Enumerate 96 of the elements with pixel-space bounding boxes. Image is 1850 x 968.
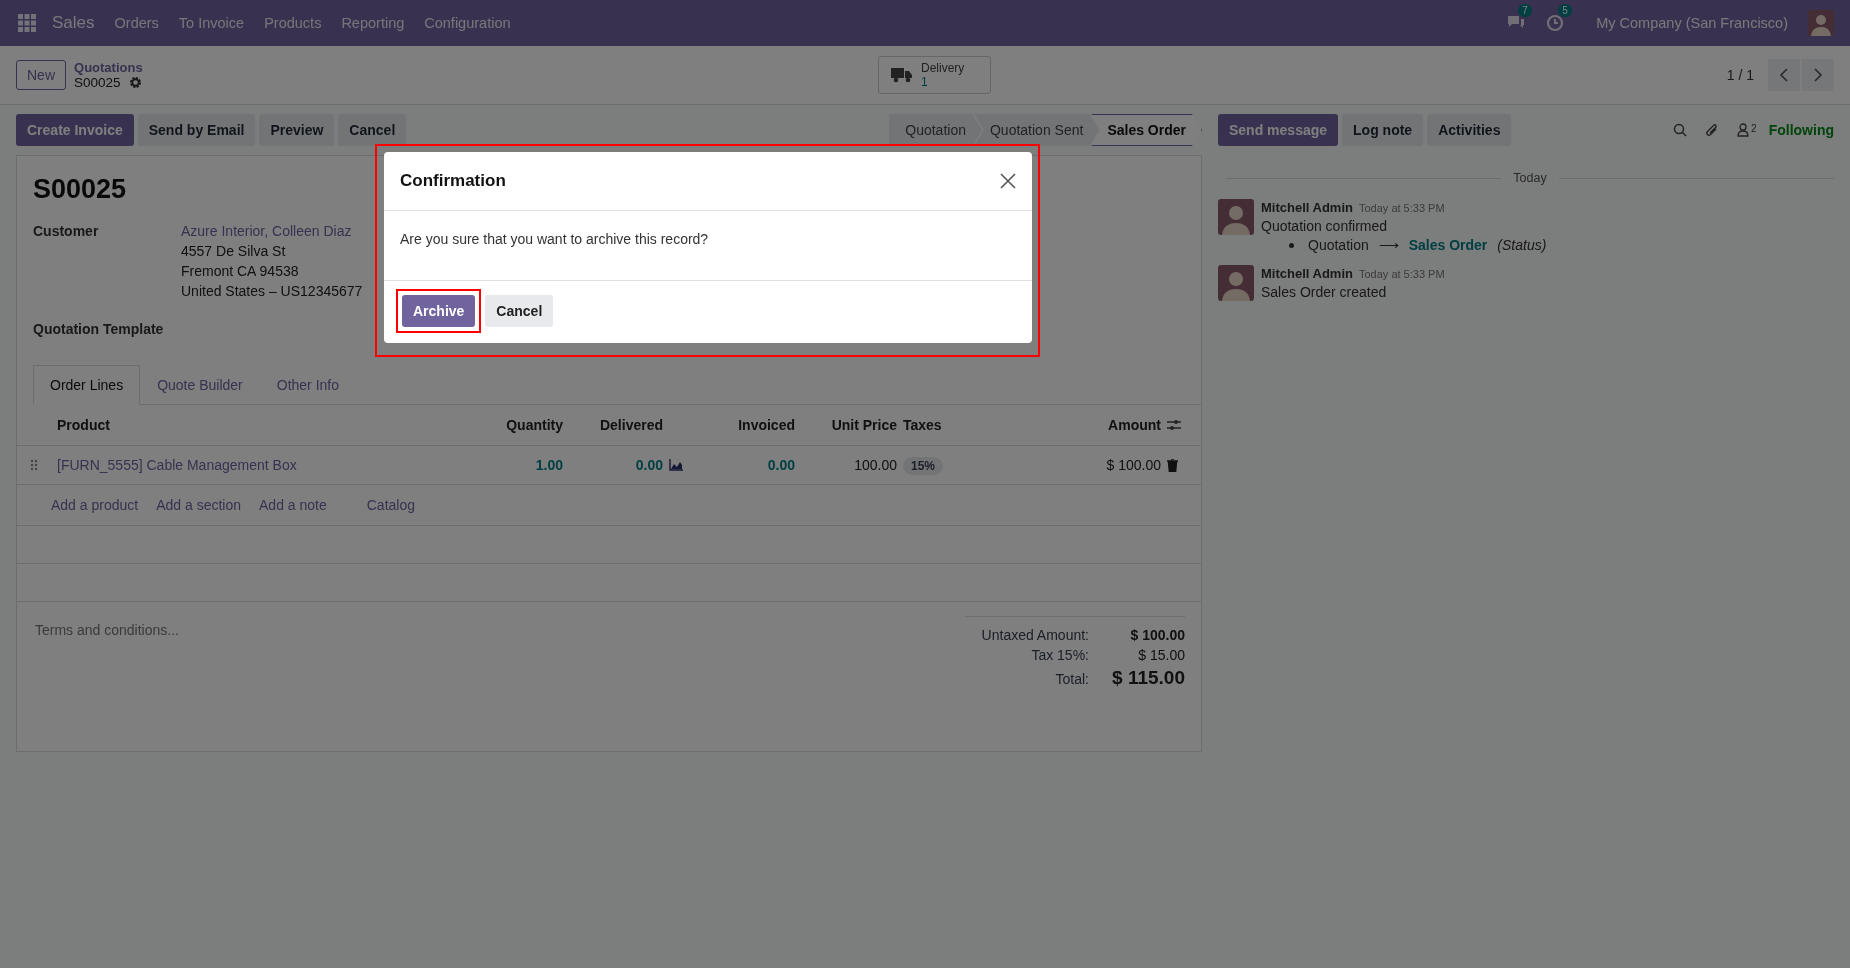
new-value: Sales Order — [1408, 237, 1488, 253]
clock-icon[interactable] — [1546, 14, 1565, 32]
column-header[interactable]: Delivered — [569, 417, 663, 433]
column-header[interactable]: Unit Price — [801, 417, 897, 433]
bullet-icon — [1289, 242, 1294, 248]
chart-icon[interactable] — [669, 459, 683, 471]
menu-item[interactable]: Reporting — [341, 15, 405, 31]
date-separator: Today — [1513, 171, 1547, 185]
arrow-glyph: ⟶ — [1378, 237, 1399, 253]
record-name: S00025 — [74, 75, 121, 90]
avatar-silhouette — [1218, 199, 1254, 235]
total-label: Untaxed Amount: — [981, 627, 1089, 643]
activity-count-badge: 5 — [1558, 4, 1572, 17]
breadcrumb-link[interactable]: Quotations — [74, 60, 143, 75]
chatter-button[interactable]: Log note — [1342, 114, 1424, 146]
search-icon[interactable] — [1673, 123, 1688, 137]
column-header[interactable]: Amount — [989, 417, 1161, 433]
table-cell-text: $ 100.00 — [1105, 457, 1161, 473]
add-line-link[interactable]: Add a product — [51, 497, 139, 513]
action-button[interactable]: Preview — [259, 114, 335, 146]
dialog-button[interactable]: Archive — [402, 295, 476, 327]
table-cell-text: 0.00 — [766, 457, 795, 473]
address-line: 4557 De Silva St — [181, 243, 287, 259]
gear-icon[interactable] — [128, 76, 142, 89]
tab[interactable]: Order Lines — [33, 365, 141, 405]
next-button[interactable] — [1802, 59, 1834, 91]
avatar-silhouette — [1218, 265, 1254, 301]
table-cell-text: 0.00 — [634, 457, 663, 473]
message-time: Today at 5:33 PM — [1358, 202, 1445, 214]
tab[interactable]: Other Info — [259, 365, 357, 405]
column-header[interactable]: Product — [57, 417, 457, 433]
action-button[interactable]: Create Invoice — [16, 114, 134, 146]
previous-button[interactable] — [1768, 59, 1800, 91]
add-line-link[interactable]: Catalog — [366, 497, 415, 513]
new-button[interactable]: New — [16, 60, 66, 90]
person-icon[interactable] — [1737, 123, 1750, 137]
menu-item[interactable]: To Invoice — [178, 15, 245, 31]
tab[interactable]: Quote Builder — [140, 365, 260, 405]
address-line: United States – US12345677 — [181, 283, 363, 299]
customer-link[interactable]: Azure Interior, Colleen Diaz — [181, 223, 363, 239]
truck-icon — [891, 67, 913, 83]
address-line: Fremont CA 94538 — [181, 263, 300, 279]
message-author: Mitchell Admin — [1261, 266, 1353, 281]
delivery-smart-button[interactable]: Delivery 1 — [878, 55, 992, 95]
drag-handle-icon[interactable] — [30, 459, 38, 471]
paperclip-icon[interactable] — [1705, 122, 1720, 138]
column-header[interactable]: Taxes — [903, 417, 983, 433]
field-label: Quotation Template — [33, 321, 165, 337]
table-cell[interactable]: [FURN_5555] Cable Management Box — [57, 457, 457, 473]
column-header[interactable]: Invoiced — [699, 417, 795, 433]
table-cell-text: 1.00 — [534, 457, 563, 473]
close-icon[interactable] — [1000, 173, 1016, 189]
pager-text: 1 / 1 — [1726, 67, 1754, 83]
message-text: Sales Order created — [1261, 284, 1388, 300]
total-value: $ 115.00 — [1111, 667, 1185, 689]
trash-icon[interactable] — [1167, 458, 1178, 472]
message-time: Today at 5:33 PM — [1358, 268, 1445, 280]
status-stage[interactable]: Quotation — [889, 114, 982, 146]
message-author: Mitchell Admin — [1261, 200, 1353, 215]
add-line-link[interactable]: Add a note — [259, 497, 327, 513]
app-name[interactable]: Sales — [52, 13, 95, 33]
column-header[interactable]: Quantity — [463, 417, 563, 433]
chatter-button[interactable]: Activities — [1427, 114, 1512, 146]
dialog-message: Are you sure that you want to archive this record? — [400, 231, 709, 247]
action-button[interactable]: Send by Email — [137, 114, 256, 146]
menu-item[interactable]: Configuration — [424, 15, 511, 31]
follower-count: 2 — [1751, 123, 1757, 134]
tax-tag: 15% — [903, 457, 944, 475]
message-count-badge: 7 — [1518, 4, 1532, 17]
following-link[interactable]: Following — [1768, 122, 1834, 138]
add-line-link[interactable]: Add a section — [156, 497, 241, 513]
menu-item[interactable]: Orders — [114, 15, 159, 31]
app-grid-icon[interactable] — [18, 14, 36, 32]
message-text: Quotation confirmed — [1261, 218, 1389, 234]
terms-field[interactable]: Terms and conditions... — [33, 616, 537, 644]
chevron-right-icon — [1813, 68, 1823, 82]
field-label: Customer — [33, 223, 100, 241]
field-name: (Status) — [1497, 237, 1547, 253]
dialog-title: Confirmation — [400, 171, 506, 191]
status-stage[interactable]: Sales Order — [1091, 114, 1202, 146]
status-stage[interactable]: Quotation Sent — [974, 114, 1100, 146]
company-name[interactable]: My Company (San Francisco) — [1596, 15, 1788, 31]
total-label: Tax 15%: — [1031, 647, 1089, 663]
menu-item[interactable]: Products — [264, 15, 322, 31]
record-title: S00025 — [33, 174, 127, 204]
total-label: Total: — [1055, 671, 1089, 687]
chevron-left-icon — [1779, 68, 1789, 82]
column-settings-icon[interactable] — [1167, 419, 1181, 431]
user-avatar[interactable] — [1808, 10, 1834, 36]
old-value: Quotation — [1308, 237, 1369, 253]
dialog-button[interactable]: Cancel — [485, 295, 554, 327]
table-cell-text: 100.00 — [853, 457, 897, 473]
total-value: $ 15.00 — [1137, 647, 1185, 663]
chatter-button[interactable]: Send message — [1218, 114, 1339, 146]
total-value: $ 100.00 — [1129, 627, 1185, 643]
action-button[interactable]: Cancel — [338, 114, 407, 146]
